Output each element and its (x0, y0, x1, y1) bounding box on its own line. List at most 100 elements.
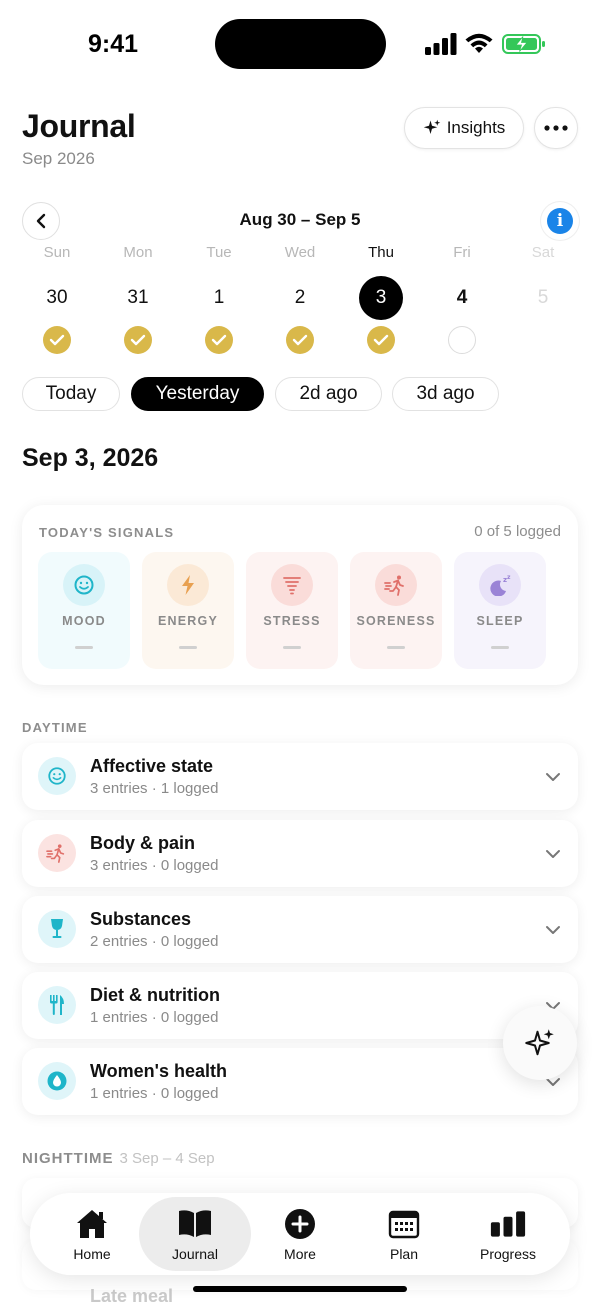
sparkle-icon (525, 1029, 554, 1056)
late-meal-label: Late meal (90, 1286, 174, 1304)
signal-mood[interactable]: MOOD (38, 552, 130, 669)
category-womens-health[interactable]: Women's health 1 entries · 0 logged (22, 1048, 578, 1115)
empty-circle-icon (448, 326, 476, 354)
signal-sleep[interactable]: zz SLEEP (454, 552, 546, 669)
signal-stress[interactable]: STRESS (246, 552, 338, 669)
running-figure-icon (375, 564, 417, 606)
day-number: 5 (537, 287, 549, 308)
nighttime-section-label: NIGHTTIME 3 Sep – 4 Sep (22, 1150, 215, 1167)
tab-label: More (284, 1246, 316, 1262)
wine-glass-icon (38, 910, 76, 948)
chevron-down-icon (546, 773, 560, 781)
category-subtitle: 1 entries · 0 logged (90, 1009, 219, 1026)
day-column-sat: Sat 5 (513, 244, 573, 320)
day-column-sun[interactable]: Sun 30 (27, 244, 87, 354)
signals-label: TODAY'S SIGNALS (39, 525, 175, 540)
smiley-icon (63, 564, 105, 606)
day-number: 2 (294, 287, 306, 308)
home-indicator (193, 1286, 407, 1292)
day-number: 30 (46, 287, 68, 308)
category-diet-nutrition[interactable]: Diet & nutrition 1 entries · 0 logged (22, 972, 578, 1039)
day-name: Wed (284, 244, 316, 261)
tab-plan[interactable]: Plan (348, 1197, 460, 1271)
quick-today-button[interactable]: Today (22, 377, 120, 411)
signal-empty-value (179, 646, 197, 649)
wifi-icon (465, 33, 493, 53)
day-number: 1 (213, 287, 225, 308)
running-figure-icon (38, 834, 76, 872)
week-range: Aug 30 – Sep 5 (239, 210, 361, 229)
day-name: Fri (453, 244, 471, 261)
page-title: Journal (22, 108, 136, 144)
signal-empty-value (75, 646, 93, 649)
signal-name: MOOD (62, 614, 106, 628)
day-column-thu[interactable]: Thu 3 (351, 244, 411, 354)
category-title: Substances (90, 909, 192, 929)
day-name: Mon (123, 244, 153, 261)
battery-charging-icon (502, 34, 545, 54)
nighttime-label: NIGHTTIME (22, 1150, 114, 1167)
tab-label: Journal (172, 1246, 218, 1262)
tab-label: Progress (479, 1246, 537, 1262)
nighttime-range: 3 Sep – 4 Sep (119, 1150, 215, 1167)
category-title: Women's health (90, 1061, 227, 1081)
signals-count: 0 of 5 logged (474, 523, 561, 540)
day-column-tue[interactable]: Tue 1 (189, 244, 249, 354)
tornado-icon (271, 564, 313, 606)
bar-chart-icon (490, 1207, 526, 1241)
day-name: Thu (368, 244, 394, 261)
category-subtitle: 3 entries · 1 logged (90, 780, 219, 797)
day-column-fri[interactable]: Fri 4 (432, 244, 492, 354)
ai-assistant-button[interactable] (503, 1006, 577, 1080)
category-title: Body & pain (90, 833, 196, 853)
signal-name: STRESS (263, 614, 321, 628)
category-substances[interactable]: Substances 2 entries · 0 logged (22, 896, 578, 963)
signal-soreness[interactable]: SORENESS (350, 552, 442, 669)
checkmark-icon (367, 326, 395, 354)
cellular-signal-icon (425, 33, 457, 55)
house-icon (74, 1207, 110, 1241)
signal-energy[interactable]: ENERGY (142, 552, 234, 669)
day-number: 31 (127, 287, 149, 308)
signal-name: ENERGY (158, 614, 218, 628)
chevron-down-icon (546, 850, 560, 858)
lightning-icon (167, 564, 209, 606)
chevron-down-icon (546, 926, 560, 934)
selected-date-heading: Sep 3, 2026 (22, 444, 159, 472)
chevron-left-icon (36, 213, 46, 229)
status-time: 9:41 (88, 30, 139, 58)
signal-empty-value (283, 646, 301, 649)
ellipsis-icon (544, 125, 568, 131)
day-column-wed[interactable]: Wed 2 (270, 244, 330, 354)
category-subtitle: 2 entries · 0 logged (90, 933, 219, 950)
month-subtitle: Sep 2026 (22, 149, 95, 168)
fork-knife-icon (38, 986, 76, 1024)
quick-3d-ago-button[interactable]: 3d ago (392, 377, 499, 411)
tab-home[interactable]: Home (36, 1197, 148, 1271)
day-number: 4 (456, 287, 468, 308)
tab-journal[interactable]: Journal (139, 1197, 251, 1271)
quick-yesterday-button[interactable]: Yesterday (131, 377, 264, 411)
category-subtitle: 1 entries · 0 logged (90, 1085, 219, 1102)
more-options-button[interactable] (534, 107, 578, 149)
tab-progress[interactable]: Progress (452, 1197, 564, 1271)
checkmark-icon (205, 326, 233, 354)
tab-label: Plan (389, 1246, 419, 1262)
info-button[interactable]: i (541, 202, 579, 240)
daytime-section-label: DAYTIME (22, 720, 88, 735)
quick-2d-ago-button[interactable]: 2d ago (275, 377, 382, 411)
insights-button[interactable]: Insights (404, 107, 524, 149)
category-title: Diet & nutrition (90, 985, 220, 1005)
checkmark-icon (286, 326, 314, 354)
info-icon: i (547, 208, 573, 234)
category-body-pain[interactable]: Body & pain 3 entries · 0 logged (22, 820, 578, 887)
moon-sleep-icon: zz (479, 564, 521, 606)
previous-week-button[interactable] (22, 202, 60, 240)
signal-empty-value (387, 646, 405, 649)
insights-label: Insights (446, 118, 506, 137)
category-affective-state[interactable]: Affective state 3 entries · 1 logged (22, 743, 578, 810)
tab-label: Home (73, 1246, 111, 1262)
tab-more[interactable]: More (244, 1197, 356, 1271)
signal-name: SLEEP (476, 614, 524, 628)
day-column-mon[interactable]: Mon 31 (108, 244, 168, 354)
